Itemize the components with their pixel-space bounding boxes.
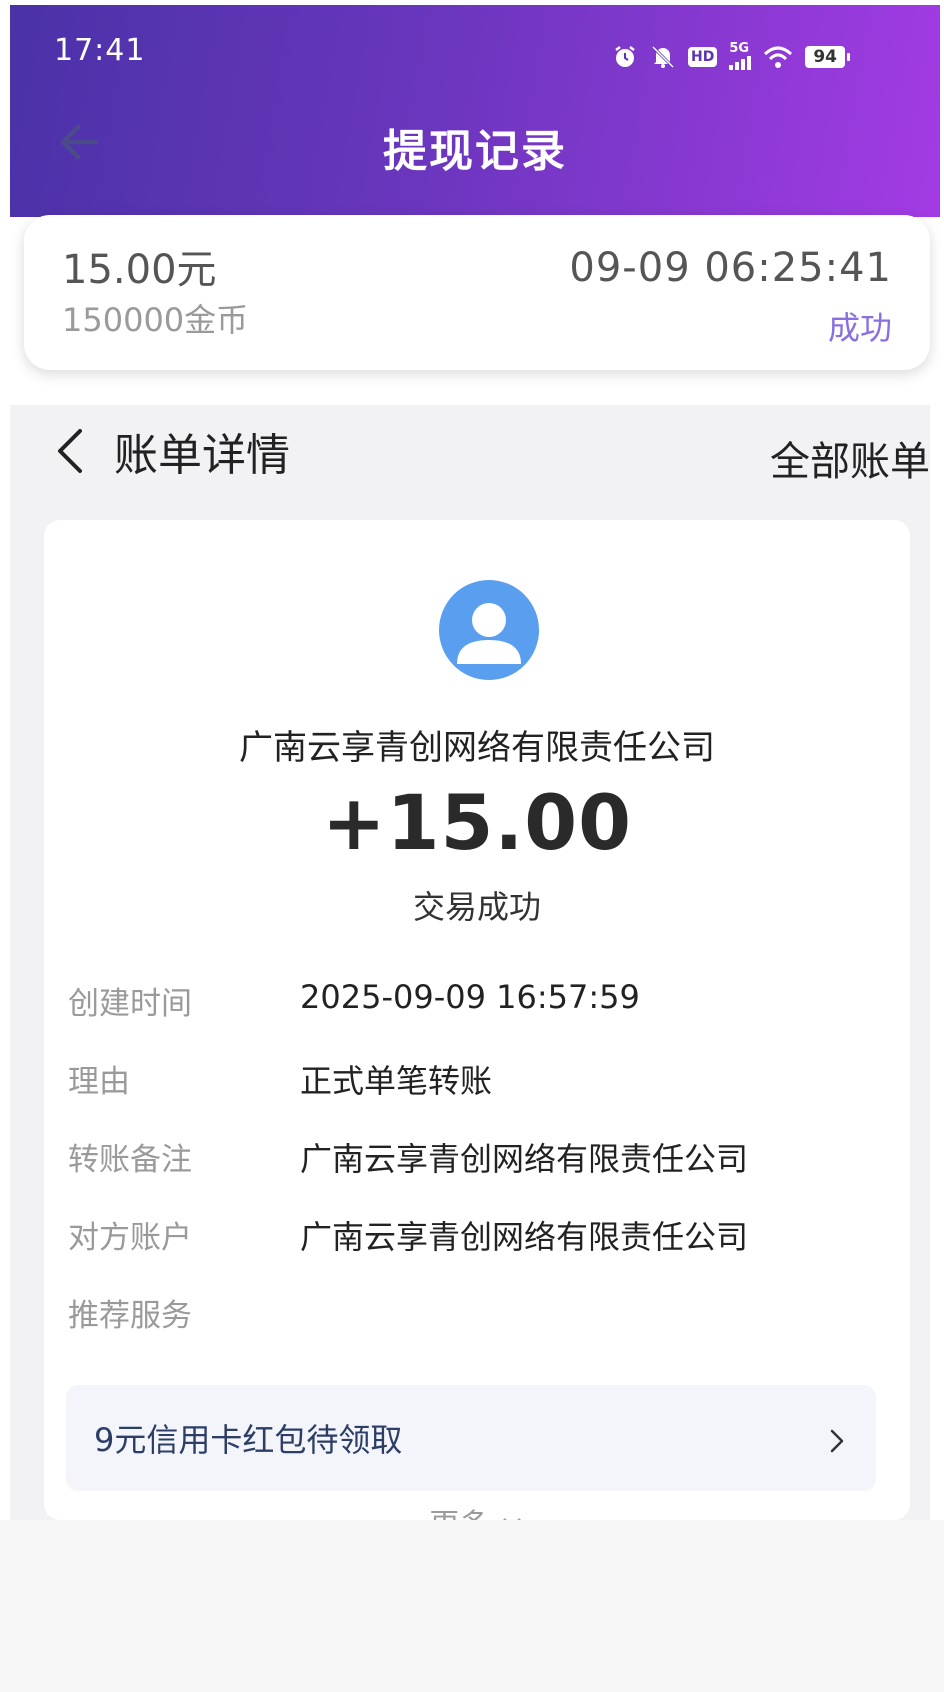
info-row-recommended: 推荐服务 (68, 1290, 888, 1340)
status-icons: HD 5G 94 (612, 41, 850, 70)
info-row-reason: 理由 正式单笔转账 (68, 1056, 888, 1106)
record-coins: 150000金币 (62, 301, 249, 339)
info-row-counterparty: 对方账户 广南云享青创网络有限责任公司 (68, 1212, 888, 1262)
info-row-created-time: 创建时间 2025-09-09 16:57:59 (68, 978, 888, 1028)
page-title: 提现记录 (383, 126, 567, 177)
info-value: 正式单笔转账 (300, 1062, 493, 1100)
hd-icon: HD (687, 46, 718, 67)
info-value: 广南云享青创网络有限责任公司 (300, 1218, 749, 1256)
bill-detail-title: 账单详情 (114, 430, 290, 481)
transaction-amount: +15.00 (321, 778, 633, 867)
more-button[interactable]: 更多 (44, 1500, 910, 1520)
nav-bar: 提现记录 (10, 90, 940, 210)
5g-signal-icon: 5G (729, 41, 752, 70)
promo-banner[interactable]: 9元信用卡红包待领取 (66, 1385, 876, 1491)
payee-name: 广南云享青创网络有限责任公司 (239, 728, 715, 768)
all-bills-link[interactable]: 全部账单 (770, 429, 930, 487)
record-status: 成功 (827, 309, 892, 347)
more-label: 更多 (429, 1508, 489, 1520)
blank-area (0, 1520, 944, 1692)
transaction-status: 交易成功 (412, 888, 541, 926)
chevron-right-icon (822, 1421, 852, 1461)
chevron-down-icon (499, 1508, 525, 1520)
info-label: 创建时间 (68, 986, 192, 1022)
info-row-transfer-note: 转账备注 广南云享青创网络有限责任公司 (68, 1134, 888, 1184)
info-label: 对方账户 (68, 1220, 192, 1256)
chevron-left-icon[interactable] (46, 421, 96, 481)
battery-icon: 94 (805, 45, 850, 68)
promo-text: 9元信用卡红包待领取 (94, 1421, 403, 1459)
info-label: 推荐服务 (68, 1298, 192, 1334)
info-value: 广南云享青创网络有限责任公司 (300, 1140, 749, 1178)
status-bar: 17:41 HD 5G 94 (10, 5, 940, 90)
mute-icon (650, 44, 676, 70)
user-avatar-icon (439, 580, 539, 680)
bill-detail-card: 广南云享青创网络有限责任公司 +15.00 交易成功 创建时间 2025-09-… (44, 520, 910, 1520)
withdraw-record-card[interactable]: 15.00元 150000金币 09-09 06:25:41 成功 (24, 215, 930, 370)
record-amount: 15.00元 (62, 247, 217, 293)
bill-detail-header: 账单详情 全部账单 (10, 405, 930, 515)
wifi-icon (763, 45, 793, 69)
record-time: 09-09 06:25:41 (569, 245, 892, 291)
info-label: 转账备注 (68, 1142, 192, 1178)
status-time: 17:41 (54, 33, 146, 68)
info-value: 2025-09-09 16:57:59 (300, 978, 640, 1016)
bill-detail-screen: 账单详情 全部账单 广南云享青创网络有限责任公司 +15.00 交易成功 创建时… (10, 405, 930, 1520)
network-label: 5G (729, 41, 750, 56)
alarm-icon (612, 44, 638, 70)
info-label: 理由 (68, 1064, 130, 1100)
